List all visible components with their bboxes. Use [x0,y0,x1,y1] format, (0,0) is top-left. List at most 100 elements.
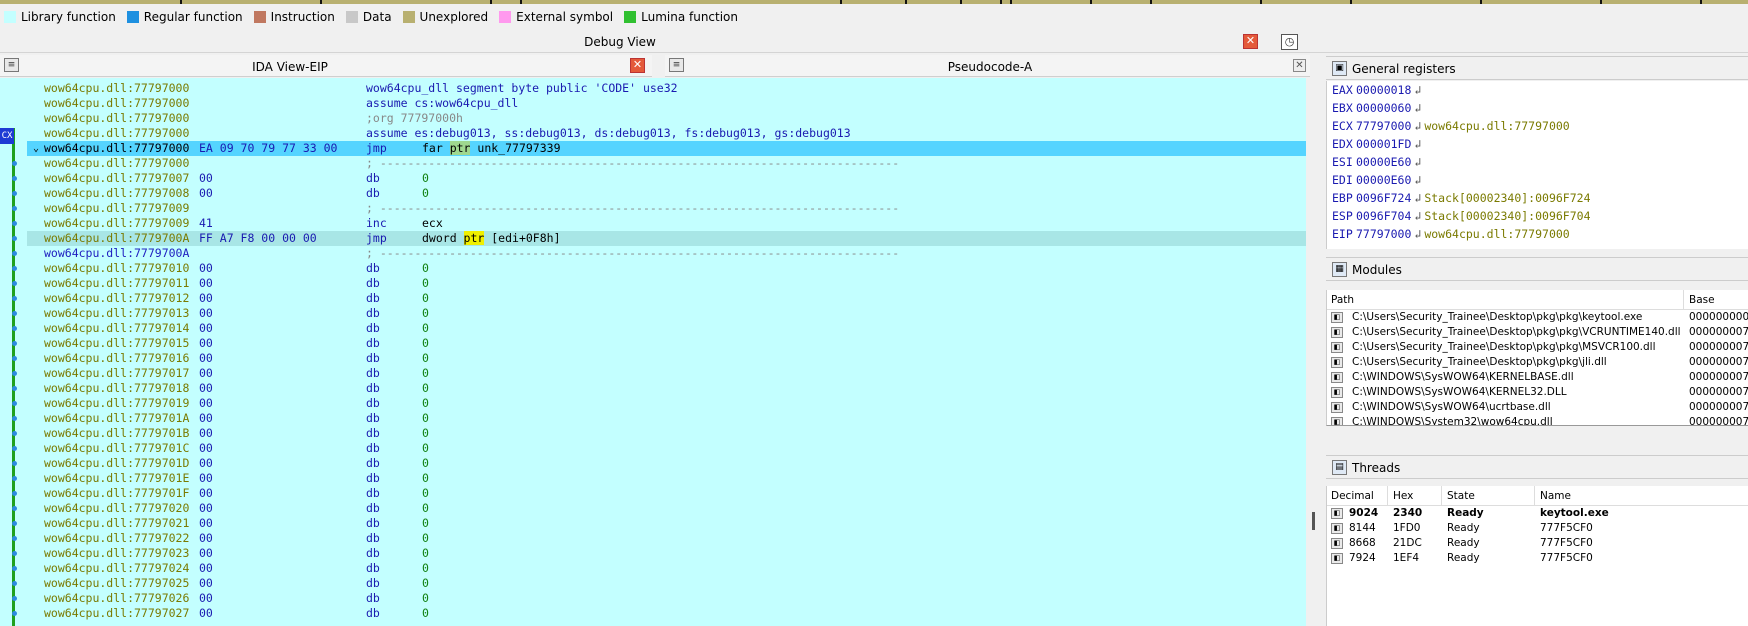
module-row[interactable]: ◧ C:\WINDOWS\System32\wow64cpu.dll 0000000… [1327,415,1748,425]
disasm-line[interactable]: wow64cpu.dll:77797000 ;org 77797000h [27,111,1306,126]
column-separator[interactable] [1387,486,1388,506]
column-separator[interactable] [1534,486,1535,506]
column-decimal[interactable]: Decimal [1331,486,1374,506]
disasm-line[interactable]: wow64cpu.dll:77797020 00 db 0 [27,501,1306,516]
breakpoint-dot[interactable] [12,446,17,451]
thread-row[interactable]: ◧ 9024 2340 Ready keytool.exe [1327,506,1748,521]
disasm-line[interactable]: wow64cpu.dll:7779701D 00 db 0 [27,456,1306,471]
disasm-line[interactable]: wow64cpu.dll:77797009 41 inc ecx [27,216,1306,231]
breakpoint-dot[interactable] [12,341,17,346]
register-value[interactable]: 0096F724 [1356,191,1411,205]
close-icon[interactable]: ✕ [630,58,645,73]
breakpoint-dot[interactable] [12,206,17,211]
breakpoint-dot[interactable] [12,161,17,166]
column-hex[interactable]: Hex [1393,486,1413,506]
breakpoint-dot[interactable] [12,311,17,316]
register-eax[interactable]: EAX 00000018 ↲ [1330,81,1748,99]
disasm-line[interactable]: wow64cpu.dll:77797027 00 db 0 [27,606,1306,621]
register-hint[interactable]: Stack[00002340]:0096F704 [1424,209,1590,223]
breakpoint-dot[interactable] [12,356,17,361]
breakpoint-dot[interactable] [12,221,17,226]
disasm-line[interactable]: wow64cpu.dll:77797021 00 db 0 [27,516,1306,531]
disasm-line[interactable]: wow64cpu.dll:7779701E 00 db 0 [27,471,1306,486]
column-base[interactable]: Base [1689,290,1715,310]
register-value[interactable]: 00000018 [1356,83,1411,97]
register-hint[interactable]: wow64cpu.dll:77797000 [1424,119,1569,133]
breakpoint-dot[interactable] [12,476,17,481]
breakpoint-dot[interactable] [12,401,17,406]
disasm-line[interactable]: wow64cpu.dll:77797011 00 db 0 [27,276,1306,291]
breakpoint-dot[interactable] [12,551,17,556]
jump-arrow-icon[interactable]: ↲ [1414,173,1421,187]
disasm-line[interactable]: wow64cpu.dll:77797025 00 db 0 [27,576,1306,591]
breakpoint-dot[interactable] [12,191,17,196]
breakpoint-dot[interactable] [12,266,17,271]
disasm-line[interactable]: wow64cpu.dll:77797017 00 db 0 [27,366,1306,381]
register-eip[interactable]: EIP 77797000 ↲ wow64cpu.dll:77797000 [1330,225,1748,243]
module-row[interactable]: ◧ C:\Users\Security_Trainee\Desktop\pkg\p… [1327,310,1748,325]
navigation-band[interactable] [0,0,1748,4]
disasm-line[interactable]: wow64cpu.dll:7779700A ; -----------------… [27,246,1306,261]
breakpoint-dot[interactable] [12,581,17,586]
disasm-line[interactable]: wow64cpu.dll:77797000 wow64cpu_dll segmen… [27,81,1306,96]
thread-row[interactable]: ◧ 7924 1EF4 Ready 777F5CF0 [1327,551,1748,566]
disasm-line[interactable]: wow64cpu.dll:77797015 00 db 0 [27,336,1306,351]
disasm-line[interactable]: wow64cpu.dll:77797009 ; -----------------… [27,201,1306,216]
register-ebx[interactable]: EBX 00000060 ↲ [1330,99,1748,117]
jump-arrow-icon[interactable]: ↲ [1414,227,1421,241]
breakpoint-dot[interactable] [12,611,17,616]
column-state[interactable]: State [1447,486,1475,506]
breakpoint-dot[interactable] [12,236,17,241]
disasm-line[interactable]: wow64cpu.dll:77797014 00 db 0 [27,321,1306,336]
disasm-line[interactable]: wow64cpu.dll:7779701A 00 db 0 [27,411,1306,426]
register-esp[interactable]: ESP 0096F704 ↲ Stack[00002340]:0096F704 [1330,207,1748,225]
breakpoint-dot[interactable] [12,371,17,376]
disasm-line[interactable]: wow64cpu.dll:77797008 00 db 0 [27,186,1306,201]
register-value[interactable]: 77797000 [1356,119,1411,133]
module-row[interactable]: ◧ C:\WINDOWS\SysWOW64\ucrtbase.dll 0000000… [1327,400,1748,415]
register-ecx[interactable]: ECX 77797000 ↲ wow64cpu.dll:77797000 [1330,117,1748,135]
breakpoint-dot[interactable] [12,461,17,466]
close-icon[interactable]: ✕ [1293,59,1306,72]
jump-arrow-icon[interactable]: ↲ [1414,209,1421,223]
disasm-line[interactable]: wow64cpu.dll:77797023 00 db 0 [27,546,1306,561]
jump-arrow-icon[interactable]: ↲ [1414,83,1421,97]
register-value[interactable]: 00000060 [1356,101,1411,115]
register-value[interactable]: 000001FD [1356,137,1411,151]
breakpoint-dot[interactable] [12,596,17,601]
splitter-handle[interactable] [1312,512,1315,530]
jump-arrow-icon[interactable]: ↲ [1414,155,1421,169]
register-ebp[interactable]: EBP 0096F724 ↲ Stack[00002340]:0096F724 [1330,189,1748,207]
module-row[interactable]: ◧ C:\WINDOWS\SysWOW64\KERNEL32.DLL 0000000… [1327,385,1748,400]
register-value[interactable]: 0096F704 [1356,209,1411,223]
jump-arrow-icon[interactable]: ↲ [1414,101,1421,115]
breakpoint-dot[interactable] [12,176,17,181]
breakpoint-dot[interactable] [12,536,17,541]
disasm-line[interactable]: wow64cpu.dll:77797013 00 db 0 [27,306,1306,321]
disassembly-view[interactable]: CX wow64cpu.dll:77797000 wow64cpu_dll seg… [0,78,1306,626]
jump-arrow-icon[interactable]: ↲ [1414,137,1421,151]
disasm-line[interactable]: wow64cpu.dll:7779700A FF A7 F8 00 00 00 jm… [27,231,1306,246]
disasm-line[interactable]: wow64cpu.dll:7779701C 00 db 0 [27,441,1306,456]
close-icon[interactable]: ✕ [1243,34,1258,49]
breakpoint-dot[interactable] [12,431,17,436]
column-path[interactable]: Path [1331,290,1354,310]
register-hint[interactable]: wow64cpu.dll:77797000 [1424,227,1569,241]
disasm-line[interactable]: wow64cpu.dll:77797026 00 db 0 [27,591,1306,606]
breakpoint-dot[interactable] [12,416,17,421]
column-name[interactable]: Name [1540,486,1571,506]
breakpoint-dot[interactable] [12,251,17,256]
disasm-line[interactable]: wow64cpu.dll:77797018 00 db 0 [27,381,1306,396]
jump-arrow-icon[interactable]: ↲ [1414,191,1421,205]
register-edi[interactable]: EDI 00000E60 ↲ [1330,171,1748,189]
thread-row[interactable]: ◧ 8144 1FD0 Ready 777F5CF0 [1327,521,1748,536]
chevron-down-icon[interactable]: ⌄ [33,141,39,156]
breakpoint-dot[interactable] [12,326,17,331]
disasm-line[interactable]: wow64cpu.dll:77797022 00 db 0 [27,531,1306,546]
disasm-line[interactable]: wow64cpu.dll:77797000 assume es:debug013,… [27,126,1306,141]
register-edx[interactable]: EDX 000001FD ↲ [1330,135,1748,153]
disasm-line[interactable]: wow64cpu.dll:77797007 00 db 0 [27,171,1306,186]
register-value[interactable]: 00000E60 [1356,155,1411,169]
disasm-line[interactable]: ⌄ wow64cpu.dll:77797000 EA 09 70 79 77 33 … [27,141,1306,156]
thread-row[interactable]: ◧ 8668 21DC Ready 777F5CF0 [1327,536,1748,551]
